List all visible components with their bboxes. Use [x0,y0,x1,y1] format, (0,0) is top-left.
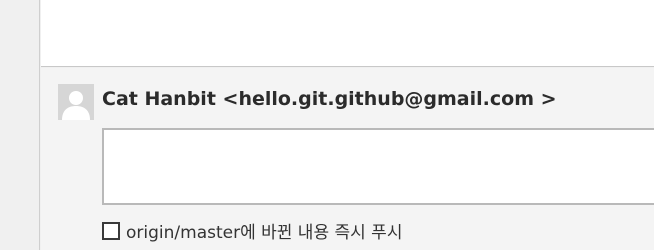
push-immediately-label[interactable]: origin/master에 바뀐 내용 즉시 푸시 [126,218,402,243]
push-immediately-checkbox[interactable] [102,221,120,240]
avatar-icon [58,84,94,120]
commit-author: Cat Hanbit <hello.git.github@gmail.com > [102,88,557,110]
file-list-pane [41,0,654,67]
left-gutter [0,0,40,250]
commit-panel: Cat Hanbit <hello.git.github@gmail.com >… [41,68,654,250]
commit-message-input[interactable] [102,128,654,205]
window-root: Cat Hanbit <hello.git.github@gmail.com >… [0,0,654,250]
push-immediately-option[interactable]: origin/master에 바뀐 내용 즉시 푸시 [102,218,402,243]
